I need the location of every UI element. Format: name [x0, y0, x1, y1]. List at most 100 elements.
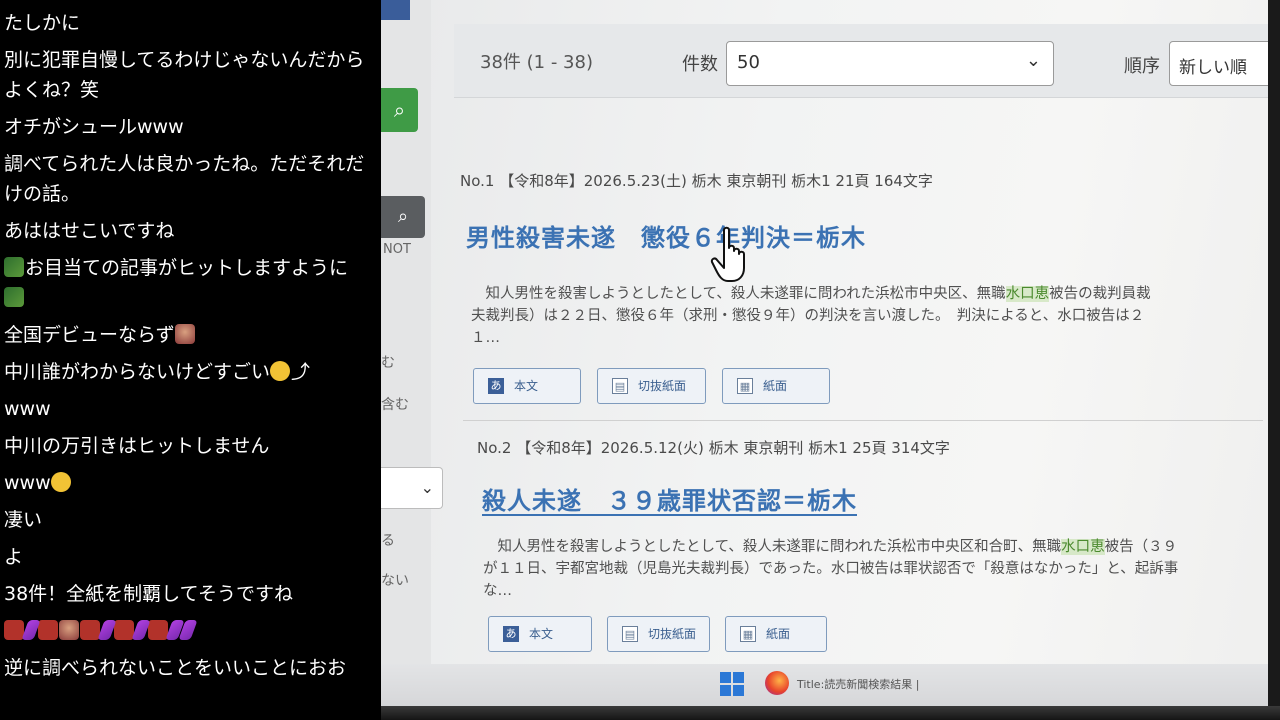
chat-message: たしかに — [4, 6, 381, 43]
chat-message: 38件！全紙を制覇してそうですね — [4, 577, 381, 614]
option-label: む — [381, 355, 395, 371]
chat-panel: たしかに 別に犯罪自慢してるわけじゃないんだからよくね？笑 オチがシュールwww… — [0, 0, 381, 720]
result-title-link[interactable]: 男性殺害未遂 懲役６年判決＝栃木 — [466, 218, 866, 253]
result-snippet: 知人男性を殺害しようとしたとして、殺人未遂罪に問われた浜松市中央区、無職水口恵被… — [471, 283, 1151, 349]
chat-message: 全国デビューならず — [4, 318, 381, 355]
monitor-bezel — [1268, 0, 1280, 720]
chat-message: www — [4, 466, 381, 503]
chat-message-text: よ — [4, 546, 24, 568]
tank-emote-icon — [4, 287, 24, 307]
chat-emote-row — [4, 614, 381, 651]
search-button[interactable]: ⌕ — [381, 88, 418, 132]
taskbar: Title:読売新聞検索結果 | — [381, 664, 1268, 706]
filter-select[interactable]: ⌄ — [381, 467, 443, 509]
chevron-down-icon: ⌄ — [1025, 50, 1041, 71]
chat-message-text: 別に犯罪自慢してるわけじゃないんだからよくね？笑 — [4, 49, 365, 101]
snippet-highlight: 水口恵 — [1061, 539, 1105, 555]
red-face-emote-icon — [148, 620, 168, 640]
snippet-text: が１１日、宇都宮地裁（児島光夫裁判長）であった。水口被告は罪状認否で「殺意はなか… — [483, 561, 1179, 577]
result-divider — [463, 420, 1263, 421]
sort-order-select[interactable]: 新しい順 — [1169, 41, 1280, 86]
result-count: 38件 (1 - 38) — [480, 52, 593, 73]
face-emote-icon — [59, 620, 79, 640]
snippet-text: 被告（３９ — [1104, 539, 1178, 555]
chat-message: よ — [4, 540, 381, 577]
red-face-emote-icon — [38, 620, 58, 640]
full-text-button[interactable]: あ本文 — [473, 368, 581, 404]
keyword-search-button[interactable]: ⌕ — [381, 196, 425, 238]
chat-message: お目当ての記事がヒットしますように — [4, 251, 381, 318]
arrow-glyph: ⤴ — [291, 361, 311, 383]
chat-message: www — [4, 392, 381, 429]
newspaper-icon: ▦ — [740, 626, 756, 642]
chat-message-text: www — [4, 472, 51, 494]
snippet-text: 知人男性を殺害しようとしたとして、殺人未遂罪に問われた浜松市中央区和合町、無職 — [483, 539, 1062, 555]
button-label: 切抜紙面 — [648, 627, 697, 641]
chat-message-text: オチがシュールwww — [4, 116, 184, 138]
newspaper-icon: ▦ — [737, 378, 753, 394]
snippet-text: 夫裁判長）は２２日、懲役６年（求刑・懲役９年）の判決を言い渡した。 判決によると… — [471, 308, 1145, 324]
firefox-icon[interactable] — [765, 671, 789, 695]
text-icon: あ — [488, 378, 504, 394]
button-label: 紙面 — [766, 627, 791, 641]
chat-message: 凄い — [4, 503, 381, 540]
sort-order-value: 新しい順 — [1179, 58, 1247, 78]
not-label: NOT — [383, 242, 411, 257]
chat-message-text: 中川の万引きはヒットしません — [4, 435, 270, 457]
sort-order-label: 順序 — [1124, 56, 1160, 77]
per-page-label: 件数 — [682, 54, 718, 75]
photographed-screen: ⌕ ⌕ NOT む 含む ⌄ る ない 38件 (1 - 38) 件数 50 ⌄… — [381, 0, 1280, 720]
option-label: ない — [381, 573, 409, 589]
search-icon: ⌕ — [393, 98, 406, 122]
snippet-highlight: 水口恵 — [1005, 286, 1050, 302]
clipping-icon: ▤ — [612, 378, 628, 394]
result-title-link[interactable]: 殺人未遂 ３９歳罪状否認＝栃木 — [482, 481, 857, 516]
chat-message-text: 凄い — [4, 509, 43, 531]
newspaper-page-button[interactable]: ▦ 紙面 — [722, 368, 830, 404]
search-icon: ⌕ — [397, 206, 409, 227]
button-label: 紙面 — [763, 379, 788, 393]
button-label: 本文 — [514, 379, 539, 393]
chat-message-text: 調べてられた人は良かったね。ただそれだけの話。 — [4, 153, 365, 205]
newspaper-page-button[interactable]: ▦ 紙面 — [725, 616, 827, 652]
result-snippet: 知人男性を殺害しようとしたとして、殺人未遂罪に問われた浜松市中央区和合町、無職水… — [483, 536, 1178, 602]
chat-message-text: 逆に調べられないことをいいことにおお — [4, 657, 347, 679]
red-face-emote-icon — [4, 620, 24, 640]
chat-message-text: 中川誰がわからないけどすごい — [4, 361, 271, 383]
chat-message: あははせこいですね — [4, 214, 381, 251]
option-label: る — [381, 533, 395, 549]
chat-message-text: 全国デビューならず — [4, 324, 175, 346]
windows-start-icon[interactable] — [720, 672, 744, 696]
result-meta: No.2 【令和8年】2026.5.12(火) 栃木 東京朝刊 栃木1 25頁 … — [477, 439, 950, 457]
per-page-value: 50 — [737, 52, 760, 73]
chat-message: 中川の万引きはヒットしません — [4, 429, 381, 466]
red-face-emote-icon — [114, 620, 134, 640]
clipping-button[interactable]: ▤ 切抜紙面 — [597, 368, 706, 404]
chat-message: オチがシュールwww — [4, 110, 381, 147]
chat-message-text: 38件！全紙を制覇してそうですね — [4, 583, 294, 605]
snippet-text: な… — [483, 583, 512, 599]
clipping-icon: ▤ — [622, 626, 638, 642]
option-label: 含む — [381, 397, 409, 413]
red-face-emote-icon — [80, 620, 100, 640]
monitor-bezel — [381, 706, 1280, 720]
button-label: 切抜紙面 — [638, 379, 687, 393]
result-meta: No.1 【令和8年】2026.5.23(土) 栃木 東京朝刊 栃木1 21頁 … — [460, 172, 933, 190]
chat-message-text: あははせこいですね — [4, 220, 175, 242]
chat-message-text: お目当ての記事がヒットしますように — [25, 257, 349, 279]
grin-emote-icon — [50, 472, 71, 492]
clipping-button[interactable]: ▤ 切抜紙面 — [607, 616, 710, 652]
per-page-select[interactable]: 50 ⌄ — [726, 41, 1054, 86]
chat-message: 別に犯罪自慢してるわけじゃないんだからよくね？笑 — [4, 43, 381, 110]
chat-message: 調べてられた人は良かったね。ただそれだけの話。 — [4, 147, 381, 214]
header-bar — [381, 0, 410, 20]
taskbar-window-title[interactable]: Title:読売新聞検索結果 | — [797, 676, 919, 692]
grin-emote-icon — [270, 361, 291, 381]
tank-emote-icon — [4, 257, 24, 277]
snippet-text: １… — [471, 330, 500, 346]
full-text-button[interactable]: あ本文 — [488, 616, 592, 652]
chat-message: 中川誰がわからないけどすごい ⤴ — [4, 355, 381, 392]
face-emote-icon — [174, 324, 195, 344]
text-icon: あ — [503, 626, 519, 642]
button-label: 本文 — [529, 627, 554, 641]
